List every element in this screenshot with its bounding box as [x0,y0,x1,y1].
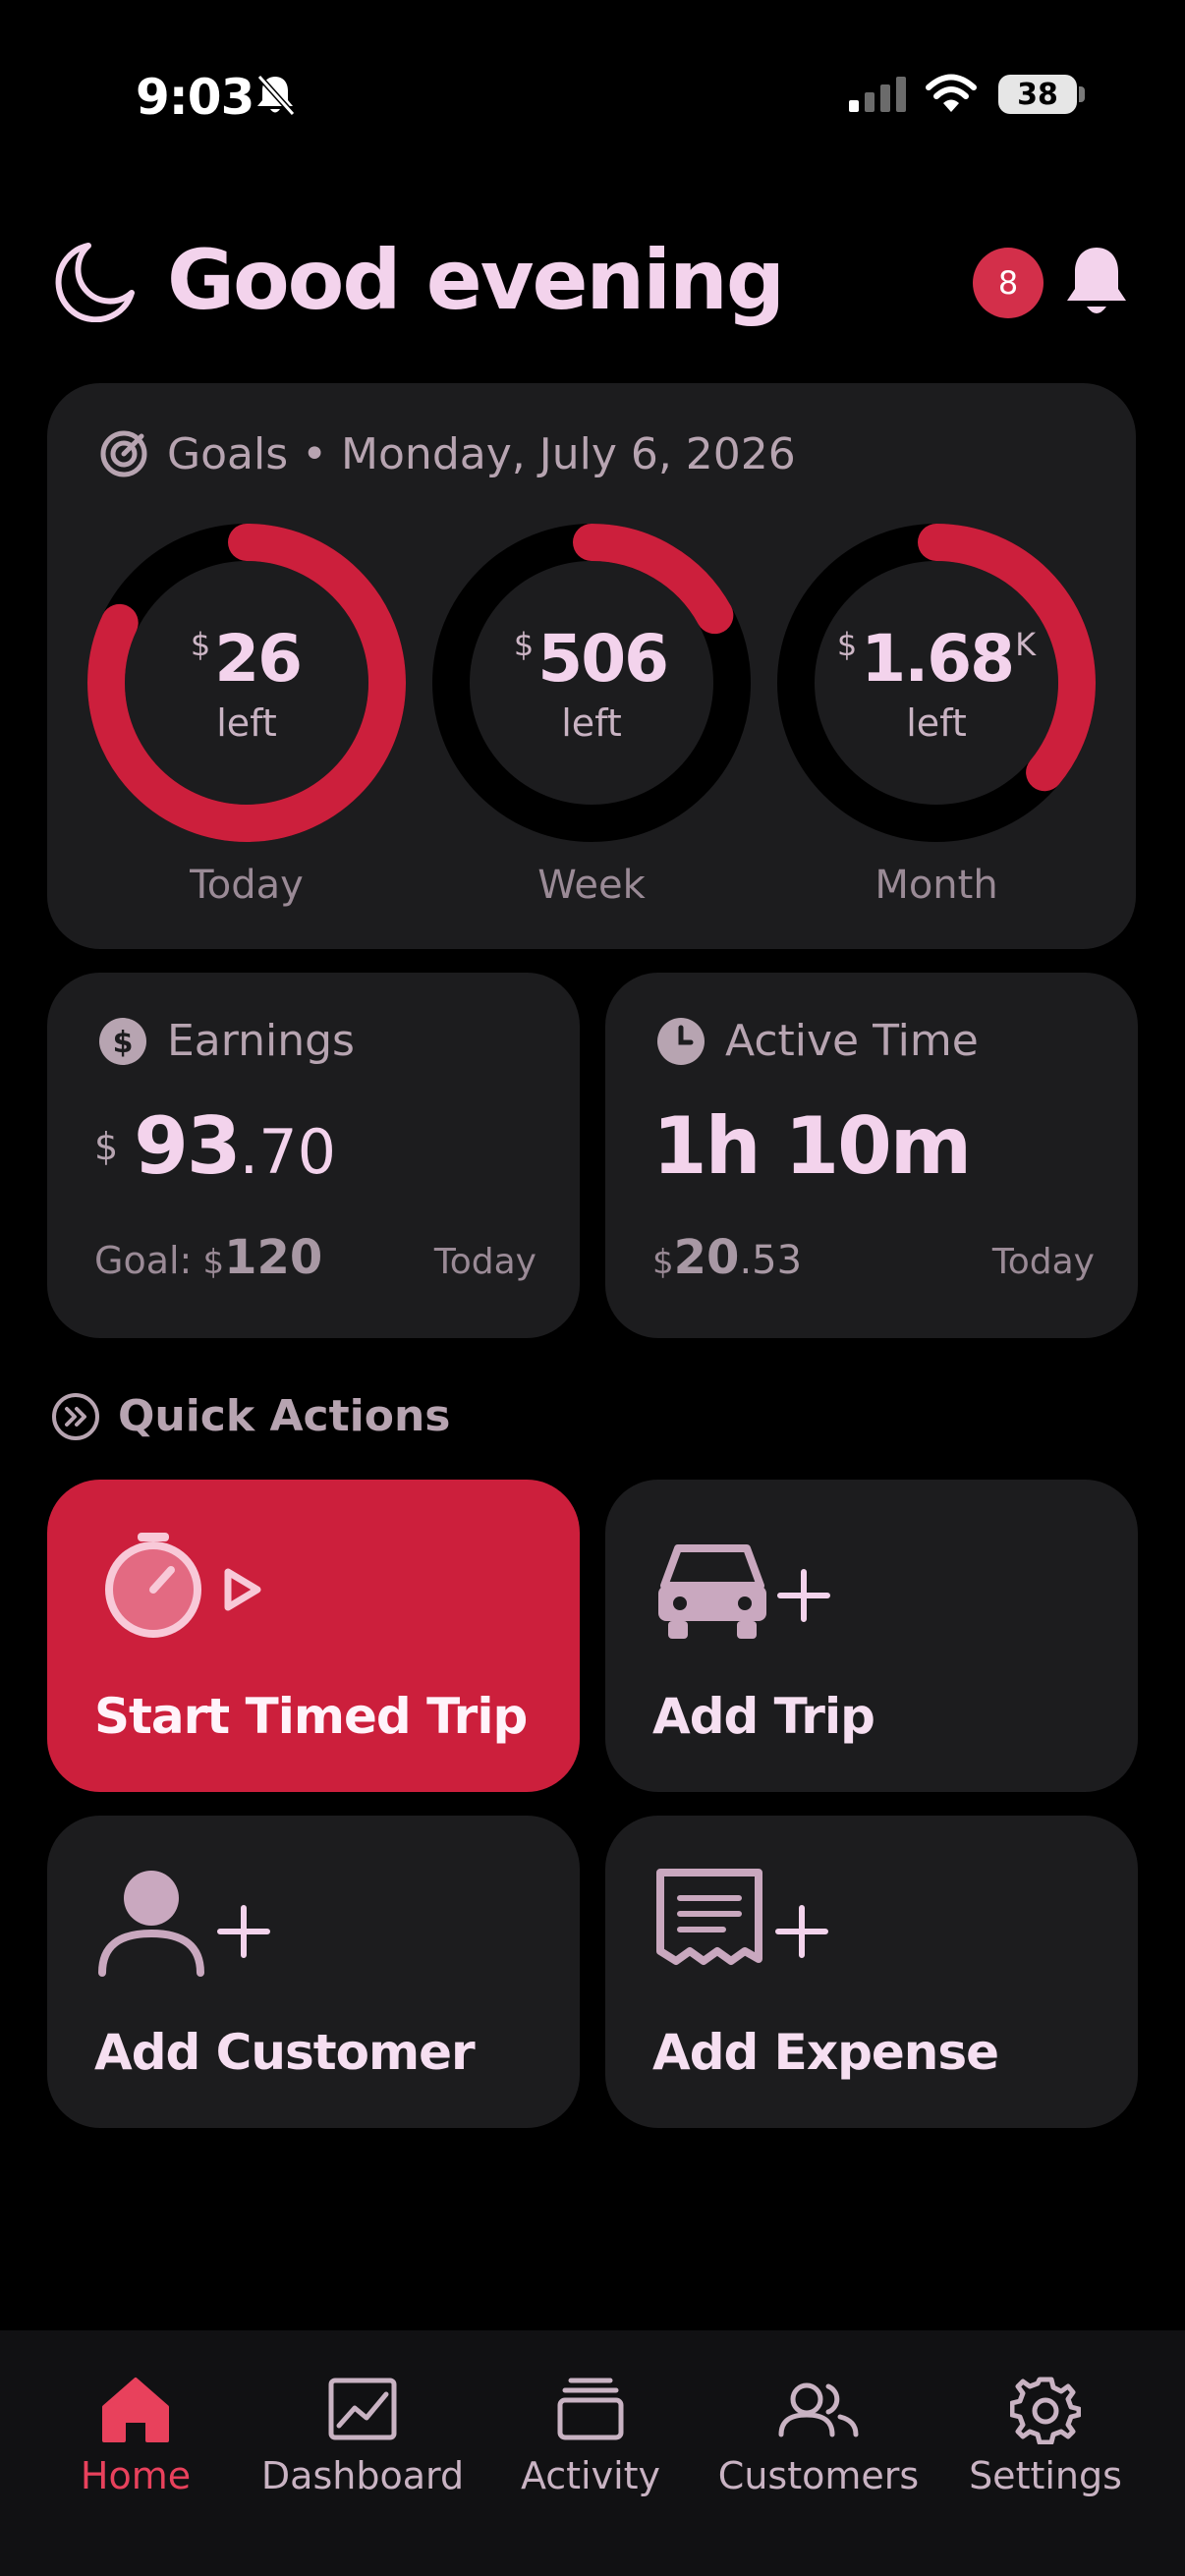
earnings-int: 93 [134,1100,241,1192]
earnings-dec: .70 [239,1116,337,1188]
earnings-currency: $ [94,1125,119,1168]
silent-mode-icon [256,74,296,117]
clock-icon [657,1017,705,1065]
ring-sub-label: left [561,701,622,745]
tab-activity[interactable]: Activity [478,2370,704,2497]
ring-suffix: K [1015,626,1037,663]
ring-value: 1.68 [861,621,1015,697]
ring-currency: $ [836,626,858,663]
stopwatch-play-icon [105,1533,261,1638]
user-plus-icon [98,1871,270,1977]
ring-currency: $ [513,626,535,663]
tab-bar: Home Dashboard Activity Customers Settin… [0,2330,1185,2576]
ring-label-today: Today [190,863,304,908]
add-expense-button[interactable]: Add Expense [605,1816,1138,2128]
ring-amount: $26 [85,621,409,697]
cellular-signal-icon [849,77,906,112]
ring-value: 506 [537,621,669,697]
goal-value: 120 [224,1230,323,1285]
ring-currency: $ [190,626,211,663]
add-customer-label: Add Customer [94,2024,476,2081]
ring-label-month: Month [875,863,998,908]
goal-ring-month[interactable]: $1.68K left [774,521,1099,845]
tab-customers[interactable]: Customers [705,2370,931,2497]
battery-tip [1079,86,1085,102]
earnings-footer: Goal: $120 Today [94,1230,536,1285]
earnings-title: Earnings [167,1016,355,1066]
tab-home[interactable]: Home [23,2370,249,2497]
quick-actions-title: Quick Actions [118,1391,451,1441]
bell-icon[interactable] [1061,244,1132,322]
chart-line-icon [328,2378,397,2440]
status-time: 9:03 [136,69,254,126]
active-time-title: Active Time [725,1016,979,1066]
target-icon [100,430,147,477]
ring-amount: $506 [429,621,754,697]
car-plus-icon [658,1544,830,1639]
users-icon [778,2382,859,2437]
tab-activity-label: Activity [520,2454,661,2497]
earnings-period: Today [433,1242,536,1282]
battery-level: 38 [1017,77,1058,112]
earnings-card[interactable]: $ Earnings $93.70 Goal: $120 Today [47,973,580,1338]
add-trip-label: Add Trip [652,1688,875,1745]
active-time-footer: $20.53 Today [652,1230,1095,1285]
goals-card[interactable]: Goals • Monday, July 6, 2026 $26 left To… [47,383,1136,949]
rate-dec: .53 [739,1238,803,1283]
goals-header: Goals • Monday, July 6, 2026 [98,428,796,479]
status-bar: 9:03 38 [0,0,1185,196]
goal-label: Goal: [94,1239,193,1282]
add-trip-button[interactable]: Add Trip [605,1480,1138,1792]
header: Good evening 8 [0,226,1185,334]
fast-forward-circle-icon [52,1392,99,1440]
ring-value: 26 [214,621,303,697]
wifi-icon [926,74,977,112]
active-time-period: Today [991,1242,1095,1282]
stack-icon [557,2378,624,2440]
quick-actions-header: Quick Actions [51,1391,450,1441]
goals-title: Goals • Monday, July 6, 2026 [167,428,796,479]
moon-icon [55,243,135,322]
rate-currency: $ [652,1243,674,1282]
tab-dashboard[interactable]: Dashboard [250,2370,476,2497]
active-time-value: 1h 10m [652,1100,972,1192]
ring-sub-label: left [906,701,967,745]
add-expense-label: Add Expense [652,2024,999,2081]
earnings-header: $ Earnings [98,1016,355,1066]
add-customer-button[interactable]: Add Customer [47,1816,580,2128]
tab-settings[interactable]: Settings [932,2370,1158,2497]
active-time-card[interactable]: Active Time 1h 10m $20.53 Today [605,973,1138,1338]
start-timed-trip-label: Start Timed Trip [94,1688,528,1745]
start-timed-trip-button[interactable]: Start Timed Trip [47,1480,580,1792]
active-time-header: Active Time [656,1016,979,1066]
home-icon [102,2378,169,2442]
ring-label-week: Week [537,863,646,908]
battery-indicator: 38 [998,75,1077,114]
tab-customers-label: Customers [717,2454,920,2497]
dollar-icon: $ [99,1017,146,1065]
goal-ring-today[interactable]: $26 left [85,521,409,845]
rate-int: 20 [673,1230,740,1285]
svg-text:$: $ [113,1026,134,1060]
greeting-title: Good evening [167,232,785,328]
notification-badge[interactable]: 8 [973,248,1044,318]
tab-settings-label: Settings [969,2454,1122,2497]
ring-sub-label: left [216,701,277,745]
goal-currency: $ [202,1243,225,1282]
goal-ring-week[interactable]: $506 left [429,521,754,845]
tab-home-label: Home [80,2454,192,2497]
tab-dashboard-label: Dashboard [260,2454,465,2497]
earnings-value: $93.70 [94,1100,336,1192]
gear-icon [1010,2377,1081,2444]
receipt-plus-icon [656,1869,828,1965]
ring-amount: $1.68K [774,621,1099,697]
